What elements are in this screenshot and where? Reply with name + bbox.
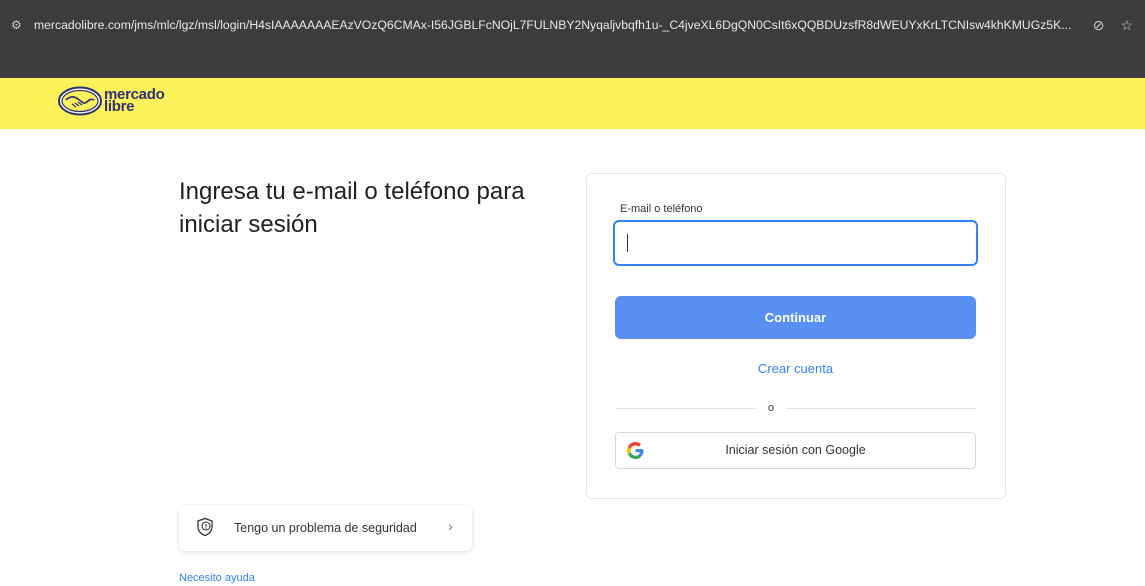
create-account-link[interactable]: Crear cuenta (615, 361, 976, 376)
security-problem-label[interactable]: Tengo un problema de seguridad (234, 521, 417, 535)
email-phone-input[interactable] (613, 220, 978, 266)
divider-line (615, 408, 976, 409)
browser-tabstrip (0, 48, 1145, 78)
shield-alert-icon (197, 517, 213, 537)
handshake-logo-icon (58, 86, 102, 116)
chevron-right-icon: › (448, 518, 453, 534)
star-icon[interactable]: ☆ (1120, 17, 1133, 34)
address-bar[interactable]: ⚙ mercadolibre.com/jms/mlc/lgz/msl/login… (0, 10, 1145, 40)
mercadolibre-logo[interactable]: mercado libre (58, 86, 165, 116)
url-text[interactable]: mercadolibre.com/jms/mlc/lgz/msl/login/H… (34, 18, 1084, 32)
tune-icon[interactable]: ⚙ (11, 18, 25, 32)
help-link[interactable]: Necesito ayuda (179, 572, 255, 584)
page-title: Ingresa tu e-mail o teléfono para inicia… (179, 178, 525, 238)
email-phone-label: E-mail o teléfono (620, 203, 703, 215)
eye-off-icon[interactable]: ⊘ (1093, 17, 1105, 34)
logo-wordmark: mercado libre (104, 87, 165, 114)
google-signin-label[interactable]: Iniciar sesión con Google (615, 443, 976, 457)
continue-button[interactable]: Continuar (615, 296, 976, 339)
text-cursor (627, 234, 628, 252)
divider-label: o (756, 400, 786, 416)
site-header (0, 78, 1145, 129)
